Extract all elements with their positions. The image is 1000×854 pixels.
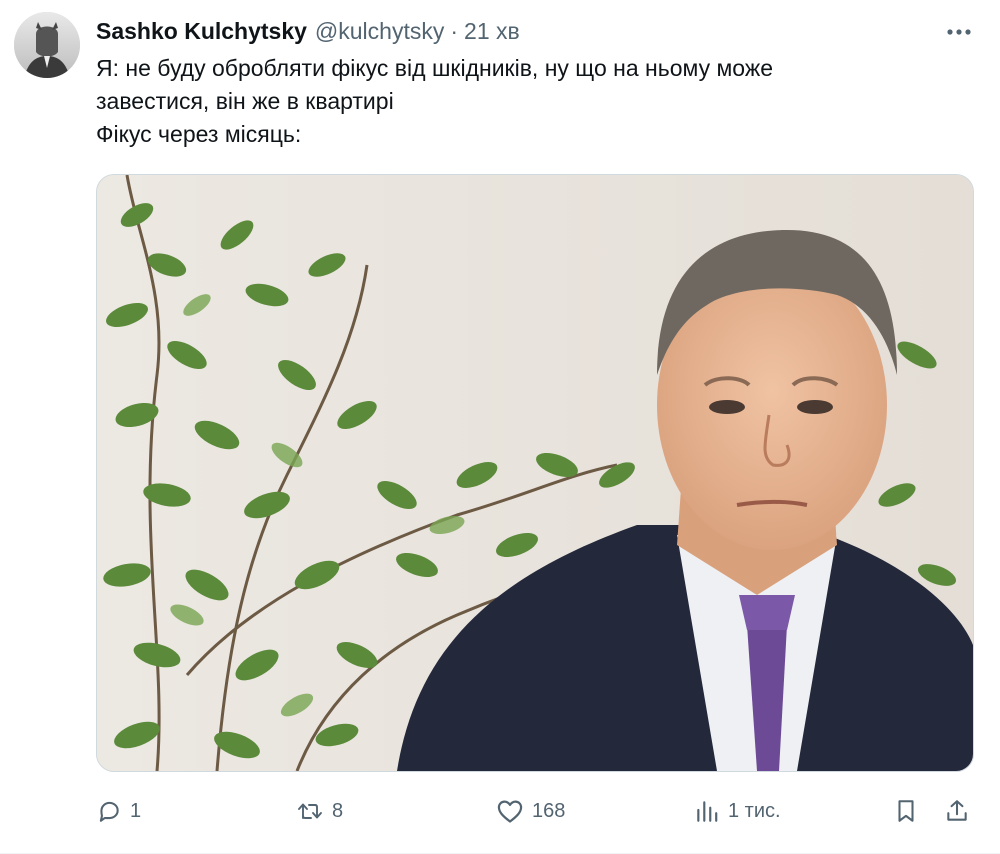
reply-button[interactable]: 1 <box>96 790 141 832</box>
tweet-text-line: Я: не буду обробляти фікус від шкідників… <box>96 55 773 81</box>
tweet-timestamp[interactable]: 21 хв <box>464 18 520 45</box>
retweet-icon <box>298 803 322 819</box>
tweet-card: Sashko Kulchytsky @kulchytsky · 21 хв Я:… <box>0 0 1000 854</box>
tweet-actions: 1 8 168 1 тис. <box>96 790 974 832</box>
author-avatar[interactable] <box>14 12 80 78</box>
more-horizontal-icon <box>947 29 971 35</box>
share-icon <box>947 800 967 821</box>
avatar-image <box>14 12 80 78</box>
reply-icon <box>99 801 119 822</box>
reply-count: 1 <box>130 799 142 822</box>
views-chart-icon <box>697 801 718 822</box>
more-options-button[interactable] <box>942 18 976 46</box>
share-button[interactable] <box>944 790 970 832</box>
retweet-count: 8 <box>332 799 344 822</box>
meme-photo <box>97 175 973 771</box>
tweet-header: Sashko Kulchytsky @kulchytsky · 21 хв <box>96 14 520 48</box>
tweet-media-image[interactable] <box>96 174 974 772</box>
retweet-button[interactable]: 8 <box>296 790 343 832</box>
header-separator: · <box>450 17 459 44</box>
like-button[interactable]: 168 <box>496 790 565 832</box>
like-count: 168 <box>532 799 566 822</box>
tweet-text-line: завестися, він же в квартирі <box>96 88 394 114</box>
views-count: 1 тис. <box>728 799 781 822</box>
tweet-text: Я: не буду обробляти фікус від шкідників… <box>96 52 956 151</box>
author-display-name[interactable]: Sashko Kulchytsky <box>96 18 307 45</box>
tweet-text-line: Фікус через місяць: <box>96 121 302 147</box>
views-button[interactable]: 1 тис. <box>694 790 781 832</box>
author-handle[interactable]: @kulchytsky <box>315 18 444 45</box>
bookmark-icon <box>898 800 914 822</box>
bookmark-button[interactable] <box>894 790 918 832</box>
heart-icon <box>497 800 523 823</box>
